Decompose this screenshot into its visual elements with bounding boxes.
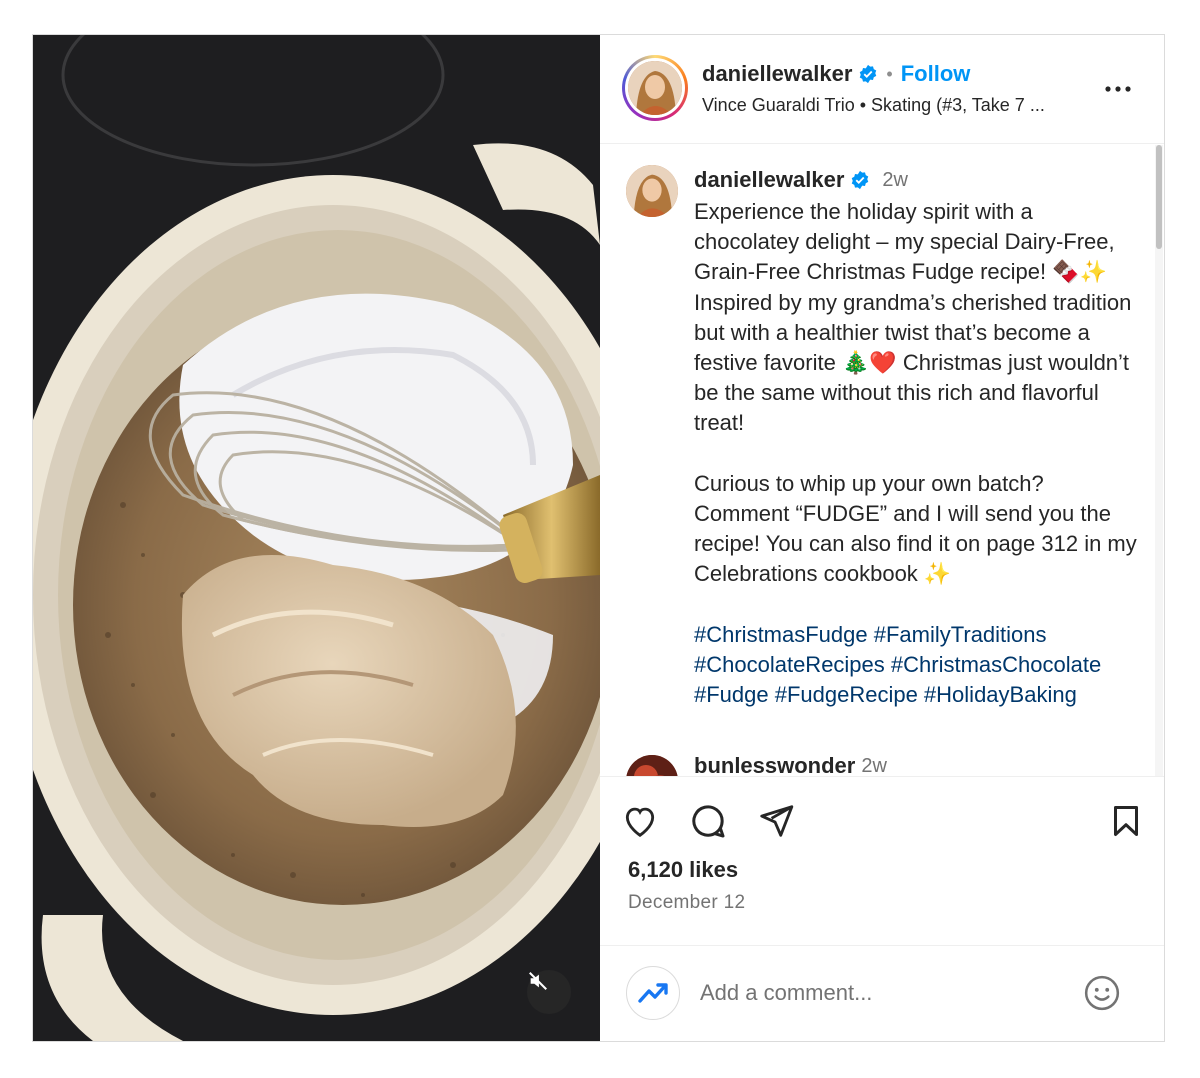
caption-paragraph: Curious to whip up your own batch? Comme… xyxy=(694,470,1137,587)
add-comment-bar xyxy=(600,945,1164,1041)
caption-timestamp: 2w xyxy=(882,168,908,191)
scrollbar-thumb[interactable] xyxy=(1156,145,1162,249)
separator-dot: • xyxy=(886,63,893,84)
like-count[interactable]: 6,120 likes xyxy=(628,857,738,883)
paper-plane-icon xyxy=(760,805,794,837)
heart-icon xyxy=(625,807,655,837)
follow-button[interactable]: Follow xyxy=(901,61,971,87)
avatar xyxy=(628,61,682,115)
story-ring[interactable] xyxy=(622,55,688,121)
comment-button[interactable] xyxy=(684,797,732,845)
emoji-button[interactable] xyxy=(1080,971,1124,1015)
caption-username[interactable]: daniellewalker xyxy=(694,167,844,193)
post-side-panel: daniellewalker • Follow Vince Guaraldi T… xyxy=(600,35,1164,1041)
comment-username[interactable]: bunlesswonder xyxy=(694,753,855,776)
like-button[interactable] xyxy=(616,797,664,845)
viewer-avatar xyxy=(626,966,680,1020)
post-actions xyxy=(600,797,1164,847)
verified-badge-icon xyxy=(852,170,869,190)
caption-paragraph: Experience the holiday spirit with a cho… xyxy=(694,199,1132,436)
header-username[interactable]: daniellewalker xyxy=(702,61,852,87)
video-frame-fudge-pot xyxy=(33,35,600,1041)
mute-toggle-button[interactable] xyxy=(527,970,571,1014)
save-button[interactable] xyxy=(1102,797,1150,845)
scrollbar[interactable] xyxy=(1155,145,1163,776)
post-header: daniellewalker • Follow Vince Guaraldi T… xyxy=(600,35,1164,144)
post-caption: Experience the holiday spirit with a cho… xyxy=(694,197,1142,710)
comment-item: bunlesswonder 2w xyxy=(626,750,1146,777)
comments-scroll-area[interactable]: daniellewalker 2w Experience the holiday… xyxy=(600,145,1164,777)
comment-bubble-icon xyxy=(692,805,725,838)
trend-arrow-icon xyxy=(638,983,668,1003)
more-options-button[interactable] xyxy=(1098,77,1138,101)
comment-avatar[interactable] xyxy=(626,755,678,776)
comment-timestamp: 2w xyxy=(861,754,887,777)
smiley-icon xyxy=(1084,975,1120,1011)
post-dialog: daniellewalker • Follow Vince Guaraldi T… xyxy=(32,34,1165,1042)
bookmark-icon xyxy=(1114,806,1138,836)
verified-badge-icon xyxy=(860,64,877,84)
audio-attribution[interactable]: Vince Guaraldi Trio • Skating (#3, Take … xyxy=(702,95,1045,116)
comment-input[interactable] xyxy=(700,976,1060,1010)
share-button[interactable] xyxy=(752,797,800,845)
speaker-muted-icon xyxy=(529,972,547,990)
more-options-icon xyxy=(1105,86,1131,92)
post-video[interactable] xyxy=(33,35,600,1041)
post-date: December 12 xyxy=(628,892,746,913)
caption-hashtags[interactable]: #ChristmasFudge #FamilyTraditions #Choco… xyxy=(694,620,1142,711)
caption-avatar[interactable] xyxy=(626,165,678,217)
